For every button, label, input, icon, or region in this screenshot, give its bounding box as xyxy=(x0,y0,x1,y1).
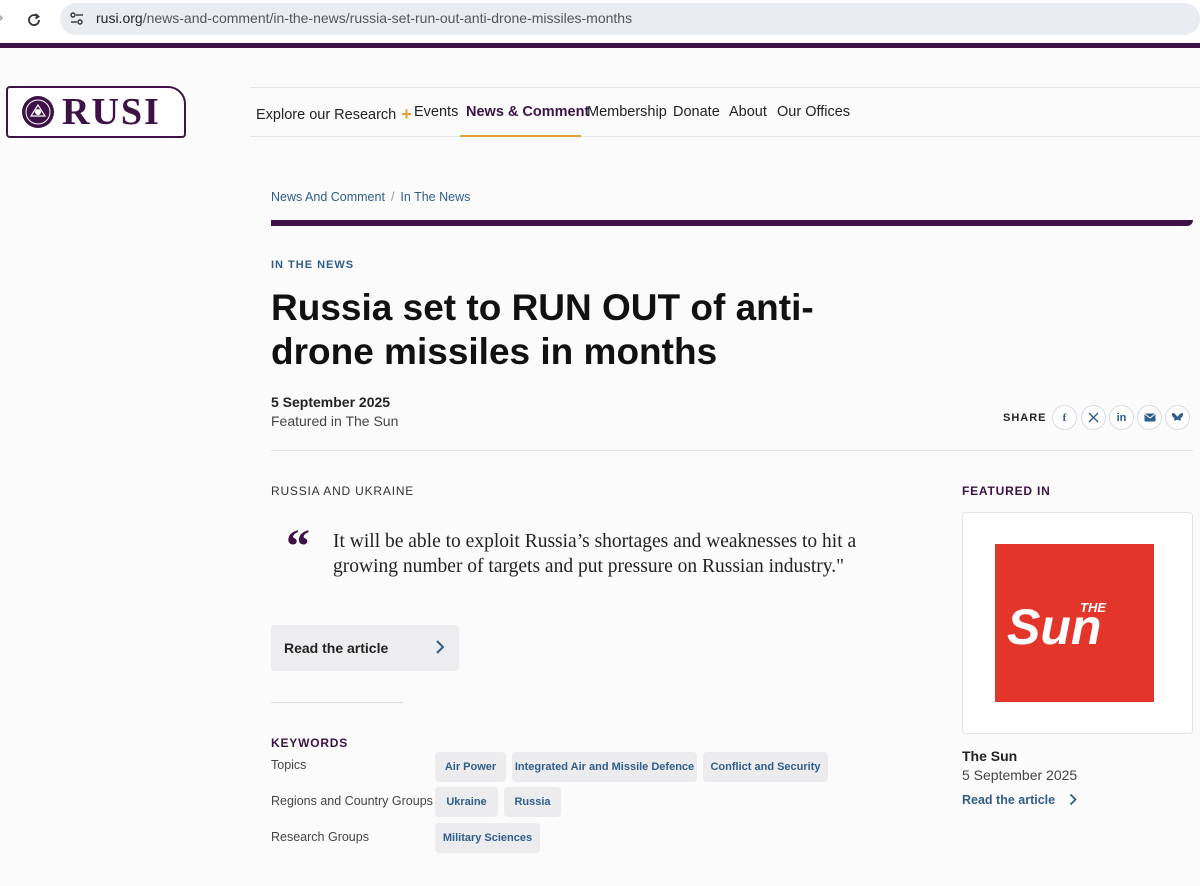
site-info-icon[interactable] xyxy=(68,10,86,28)
read-article-button[interactable]: Read the article xyxy=(271,625,459,671)
nav-events[interactable]: Events xyxy=(414,104,458,120)
chevron-right-icon xyxy=(436,640,445,654)
featured-in-label: FEATURED IN xyxy=(962,484,1051,498)
tag-air-power[interactable]: Air Power xyxy=(435,752,506,782)
tag-conflict-and-security[interactable]: Conflict and Security xyxy=(703,752,828,782)
nav-explore-research-label: Explore our Research xyxy=(256,107,397,123)
x-icon[interactable] xyxy=(1081,405,1106,430)
url-domain: rusi.org xyxy=(96,10,143,26)
article-date: 5 September 2025 xyxy=(271,394,391,410)
share-label: SHARE xyxy=(1003,412,1047,424)
breadcrumb-in-the-news[interactable]: In The News xyxy=(400,190,470,204)
rusi-crest-icon xyxy=(22,96,54,128)
featured-in-line: Featured in The Sun xyxy=(271,413,399,429)
facebook-icon[interactable]: f xyxy=(1052,405,1077,430)
article-header-rule xyxy=(271,220,1193,226)
bluesky-icon[interactable] xyxy=(1165,405,1190,430)
reload-icon[interactable] xyxy=(22,8,46,32)
breadcrumb-separator: / xyxy=(390,190,395,204)
browser-toolbar: rusi.org/news-and-comment/in-the-news/ru… xyxy=(0,0,1200,42)
sidebar-read-article-label: Read the article xyxy=(962,793,1056,807)
tag-integrated-air-missile-defence[interactable]: Integrated Air and Missile Defence xyxy=(512,752,697,782)
topics-label: Topics xyxy=(271,758,307,772)
url-text: rusi.org/news-and-comment/in-the-news/ru… xyxy=(96,10,632,26)
research-groups-label: Research Groups xyxy=(271,830,369,844)
url-path: /news-and-comment/in-the-news/russia-set… xyxy=(142,10,633,26)
sun-logo-big-text: Sun xyxy=(1007,599,1101,655)
nav-our-offices[interactable]: Our Offices xyxy=(777,104,850,120)
article-divider xyxy=(271,450,1193,451)
nav-explore-research[interactable]: Explore our Research + xyxy=(256,104,412,125)
article-quote: It will be able to exploit Russia’s shor… xyxy=(333,531,857,577)
back-arrow-icon[interactable] xyxy=(0,12,6,26)
top-brand-rule xyxy=(0,43,1200,48)
tag-ukraine[interactable]: Ukraine xyxy=(435,787,498,817)
publication-date: 5 September 2025 xyxy=(962,767,1078,783)
nav-about[interactable]: About xyxy=(729,104,767,120)
quote-mark-icon: “ xyxy=(286,520,310,573)
keywords-heading: KEYWORDS xyxy=(271,736,349,750)
article-title: Russia set to RUN OUT of anti-drone miss… xyxy=(271,287,814,372)
regions-label: Regions and Country Groups xyxy=(271,794,433,808)
article-section-label: RUSSIA AND UKRAINE xyxy=(271,484,415,498)
breadcrumb-news-and-comment[interactable]: News And Comment xyxy=(271,190,385,204)
active-nav-indicator xyxy=(460,135,581,137)
plus-icon: + xyxy=(401,104,412,124)
breadcrumb: News And Comment / In The News xyxy=(271,190,470,204)
publication-card[interactable]: THE Sun xyxy=(962,512,1193,734)
chevron-right-icon xyxy=(1069,793,1077,806)
nav-membership[interactable]: Membership xyxy=(587,104,667,120)
the-sun-logo: THE Sun xyxy=(995,544,1154,702)
logo-wordmark: RUSI xyxy=(62,91,161,133)
article-kicker: IN THE NEWS xyxy=(271,259,355,271)
sidebar-read-article-link[interactable]: Read the article xyxy=(962,793,1077,807)
main-nav: Explore our Research + Events News & Comm… xyxy=(250,87,1200,137)
nav-donate[interactable]: Donate xyxy=(673,104,720,120)
rusi-logo[interactable]: RUSI xyxy=(6,86,186,138)
read-article-button-label: Read the article xyxy=(284,640,389,656)
keywords-divider xyxy=(271,702,403,703)
email-icon[interactable] xyxy=(1137,405,1162,430)
publication-name: The Sun xyxy=(962,748,1018,764)
nav-news-comment[interactable]: News & Comment xyxy=(466,104,589,120)
tag-military-sciences[interactable]: Military Sciences xyxy=(435,823,540,853)
tag-russia[interactable]: Russia xyxy=(504,787,561,817)
linkedin-icon[interactable]: in xyxy=(1109,405,1134,430)
